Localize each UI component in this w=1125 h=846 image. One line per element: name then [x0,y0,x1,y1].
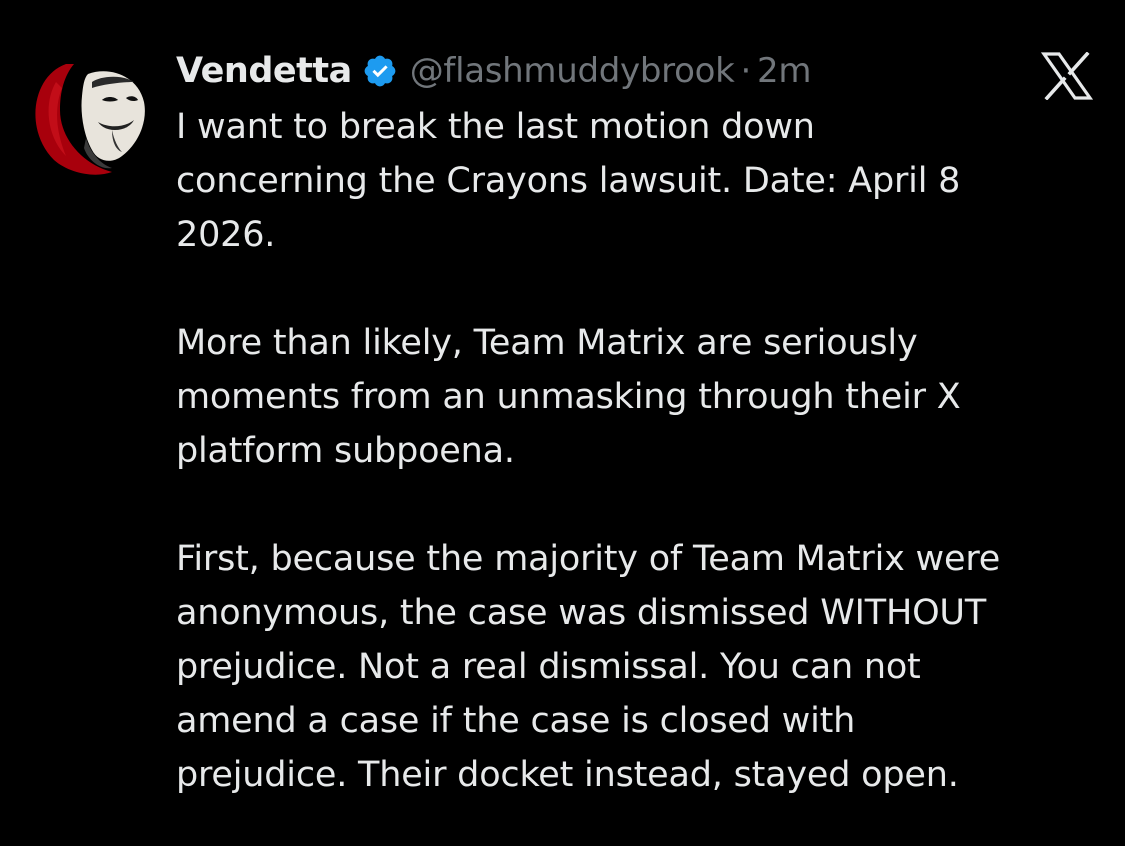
x-logo-icon [1040,51,1094,101]
tweet-header: Vendetta @flashmuddybrook · 2m [176,46,811,96]
tweet-card: Vendetta @flashmuddybrook · 2m I want to… [0,0,1125,846]
timestamp[interactable]: 2m [757,51,811,91]
display-name[interactable]: Vendetta [176,51,352,91]
avatar[interactable] [26,52,154,180]
verified-badge-icon [362,53,398,89]
guy-fawkes-mask-icon [26,52,154,180]
separator-dot: · [740,51,751,91]
tweet-paragraph: More than likely, Team Matrix are seriou… [176,323,961,471]
author-handle[interactable]: @flashmuddybrook [410,51,735,91]
tweet-paragraph: First, because the majority of Team Matr… [176,539,1001,795]
tweet-paragraph: I want to break the last motion down con… [176,107,961,255]
tweet-text: I want to break the last motion down con… [176,100,1106,802]
